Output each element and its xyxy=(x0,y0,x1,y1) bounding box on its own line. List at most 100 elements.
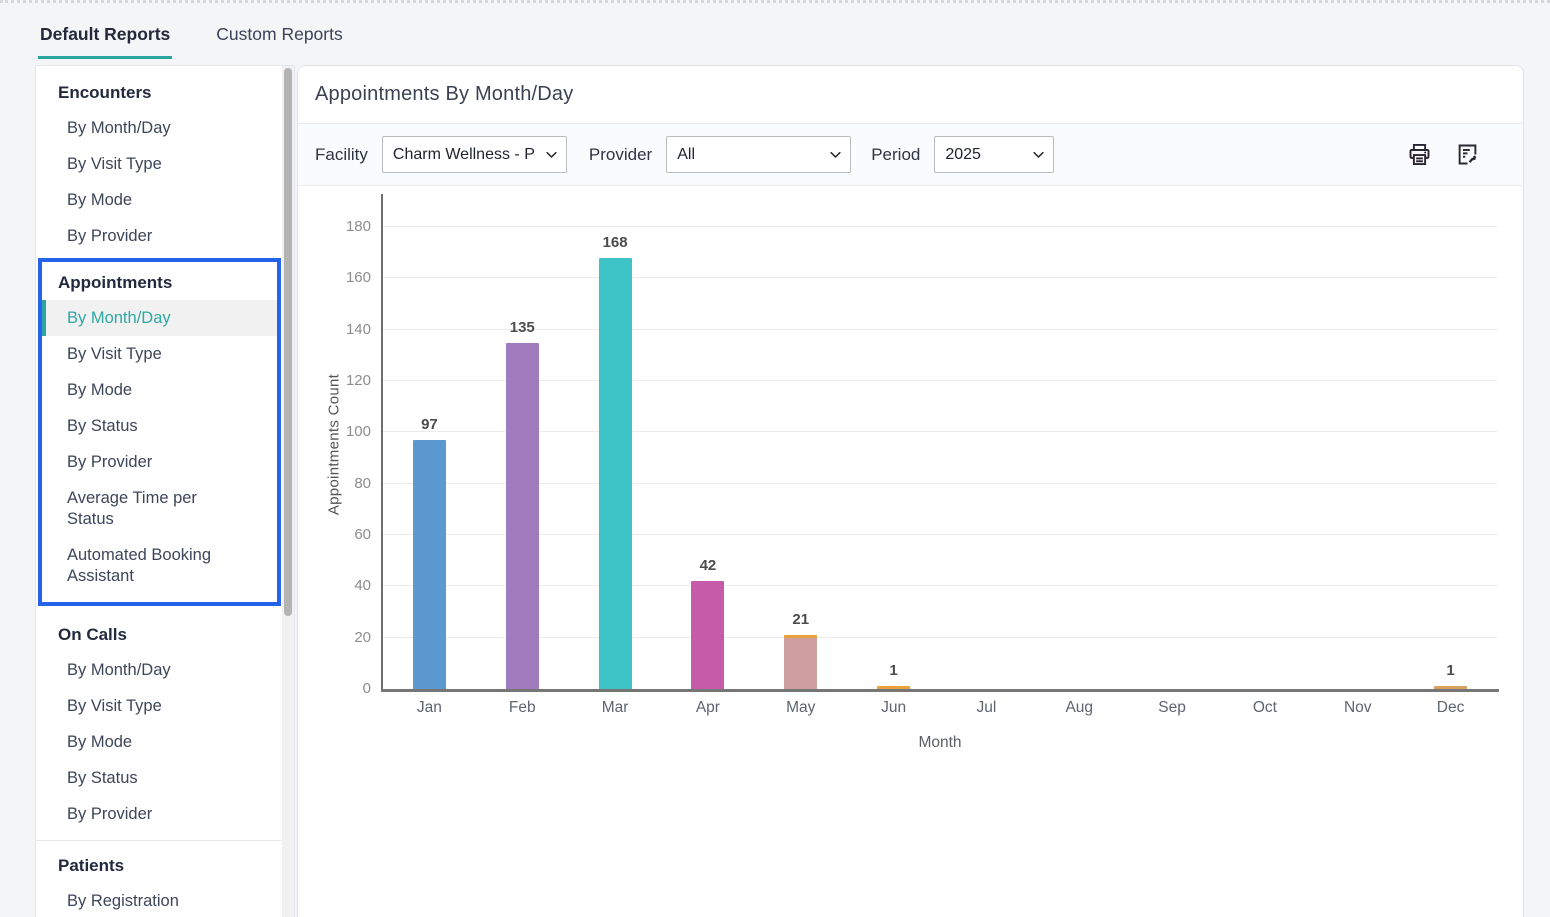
gridline xyxy=(383,226,1497,227)
y-axis-tick-label: 80 xyxy=(329,475,371,492)
tab-bar: Default Reports Custom Reports xyxy=(0,3,1550,59)
report-header: Appointments By Month/Day xyxy=(298,66,1523,124)
sidebar-item-by-mode[interactable]: By Mode xyxy=(42,372,277,408)
sidebar-item-by-provider[interactable]: By Provider xyxy=(36,796,283,832)
sidebar-item-by-visit-type[interactable]: By Visit Type xyxy=(36,146,283,182)
y-axis-tick-label: 0 xyxy=(329,680,371,697)
y-axis-tick-label: 100 xyxy=(329,423,371,440)
section-divider xyxy=(36,840,283,841)
y-axis-ticks: 020406080100120140160180 xyxy=(329,204,371,689)
bar-value-label: 135 xyxy=(492,319,552,336)
sidebar-section-title-encounters: Encounters xyxy=(36,72,283,110)
chart-bar[interactable] xyxy=(599,258,632,689)
facility-select[interactable]: Charm Wellness - Pr xyxy=(382,136,567,173)
x-axis-tick-label: Jul xyxy=(956,699,1016,717)
print-button[interactable] xyxy=(1405,141,1433,169)
chart-bar[interactable] xyxy=(413,440,446,689)
print-icon xyxy=(1406,141,1433,168)
x-axis-tick-label: Jun xyxy=(864,699,924,717)
tab-custom-reports[interactable]: Custom Reports xyxy=(214,14,344,59)
sidebar-item-by-visit-type[interactable]: By Visit Type xyxy=(36,688,283,724)
tab-default-reports[interactable]: Default Reports xyxy=(38,14,172,59)
sidebar-item-by-mode[interactable]: By Mode xyxy=(36,724,283,760)
gridline xyxy=(383,585,1497,586)
sidebar: EncountersBy Month/DayBy Visit TypeBy Mo… xyxy=(35,65,295,917)
export-button[interactable] xyxy=(1453,141,1481,169)
y-axis-line xyxy=(381,194,383,691)
gridline xyxy=(383,277,1497,278)
chart-bar[interactable] xyxy=(1434,686,1467,689)
sidebar-item-average-time-per-status[interactable]: Average Time per Status xyxy=(42,480,277,537)
sidebar-scrollbar[interactable] xyxy=(282,66,294,917)
y-axis-tick-label: 180 xyxy=(329,218,371,235)
sidebar-item-by-status[interactable]: By Status xyxy=(42,408,277,444)
y-axis-tick-label: 160 xyxy=(329,269,371,286)
period-select[interactable]: 2025 xyxy=(934,136,1054,173)
sidebar-item-by-month-day[interactable]: By Month/Day xyxy=(36,110,283,146)
bar-value-label: 168 xyxy=(585,234,645,251)
sidebar-item-by-status[interactable]: By Status xyxy=(36,760,283,796)
report-actions xyxy=(1405,141,1481,169)
y-axis-tick-label: 20 xyxy=(329,629,371,646)
bar-value-label: 1 xyxy=(1421,662,1481,679)
provider-select-wrap: All xyxy=(666,136,851,173)
export-icon xyxy=(1454,141,1481,168)
y-axis-tick-label: 40 xyxy=(329,577,371,594)
sidebar-section-appointments: AppointmentsBy Month/DayBy Visit TypeBy … xyxy=(38,258,281,606)
x-axis-tick-label: Jan xyxy=(399,699,459,717)
sidebar-item-by-provider[interactable]: By Provider xyxy=(42,444,277,480)
sidebar-item-by-provider[interactable]: By Provider xyxy=(36,218,283,254)
x-axis-tick-label: Feb xyxy=(492,699,552,717)
x-axis-tick-label: Oct xyxy=(1235,699,1295,717)
gridline xyxy=(383,431,1497,432)
gridline xyxy=(383,534,1497,535)
gridline xyxy=(383,380,1497,381)
sidebar-section-patients: PatientsBy RegistrationBy DemographicsBy… xyxy=(36,845,283,917)
bar-value-label: 21 xyxy=(771,611,831,628)
gridline xyxy=(383,483,1497,484)
plot-area: 97135168422111 xyxy=(383,204,1497,689)
sidebar-section-title-on-calls: On Calls xyxy=(36,614,283,652)
x-axis-tick-label: Mar xyxy=(585,699,645,717)
y-axis-tick-label: 60 xyxy=(329,526,371,543)
page: Default Reports Custom Reports Encounter… xyxy=(0,0,1550,917)
page-title: Appointments By Month/Day xyxy=(315,83,573,106)
x-axis-tick-label: Dec xyxy=(1421,699,1481,717)
sidebar-section-title-patients: Patients xyxy=(36,845,283,883)
sidebar-item-by-visit-type[interactable]: By Visit Type xyxy=(42,336,277,372)
bar-value-label: 1 xyxy=(864,662,924,679)
facility-label: Facility xyxy=(315,145,368,165)
provider-select[interactable]: All xyxy=(666,136,851,173)
provider-label: Provider xyxy=(589,145,652,165)
sidebar-sections: EncountersBy Month/DayBy Visit TypeBy Mo… xyxy=(36,66,283,917)
x-axis-tick-label: May xyxy=(771,699,831,717)
chart-bar[interactable] xyxy=(877,686,910,689)
chart-bar[interactable] xyxy=(691,581,724,689)
x-axis-tick-label: Sep xyxy=(1142,699,1202,717)
x-axis-tick-label: Nov xyxy=(1328,699,1388,717)
facility-select-wrap: Charm Wellness - Pr xyxy=(382,136,567,173)
x-axis-title: Month xyxy=(383,734,1497,752)
y-axis-tick-label: 140 xyxy=(329,321,371,338)
filter-bar: Facility Charm Wellness - Pr Provider Al… xyxy=(298,124,1523,186)
sidebar-item-by-mode[interactable]: By Mode xyxy=(36,182,283,218)
x-axis-tick-label: Aug xyxy=(1049,699,1109,717)
sidebar-section-title-appointments: Appointments xyxy=(42,262,277,300)
chart-bar[interactable] xyxy=(784,635,817,689)
chart-bar[interactable] xyxy=(506,343,539,690)
x-axis-line xyxy=(381,689,1499,692)
main-panel: Appointments By Month/Day Facility Charm… xyxy=(297,65,1524,917)
sidebar-item-automated-booking-assistant[interactable]: Automated Booking Assistant xyxy=(42,537,277,594)
sidebar-section-encounters: EncountersBy Month/DayBy Visit TypeBy Mo… xyxy=(36,72,283,254)
period-label: Period xyxy=(871,145,920,165)
sidebar-item-by-month-day[interactable]: By Month/Day xyxy=(36,652,283,688)
chart-area: Appointments Count 020406080100120140160… xyxy=(298,186,1523,917)
sidebar-item-by-month-day[interactable]: By Month/Day xyxy=(42,300,277,336)
sidebar-item-by-registration[interactable]: By Registration xyxy=(36,883,283,917)
bar-value-label: 97 xyxy=(399,416,459,433)
sidebar-scrollbar-thumb[interactable] xyxy=(284,68,292,616)
period-select-wrap: 2025 xyxy=(934,136,1054,173)
x-axis-ticks: Jan Feb Mar Apr May Jun Jul Aug Sep Oct Nov Dec xyxy=(383,699,1497,721)
x-axis-tick-label: Apr xyxy=(678,699,738,717)
y-axis-tick-label: 120 xyxy=(329,372,371,389)
